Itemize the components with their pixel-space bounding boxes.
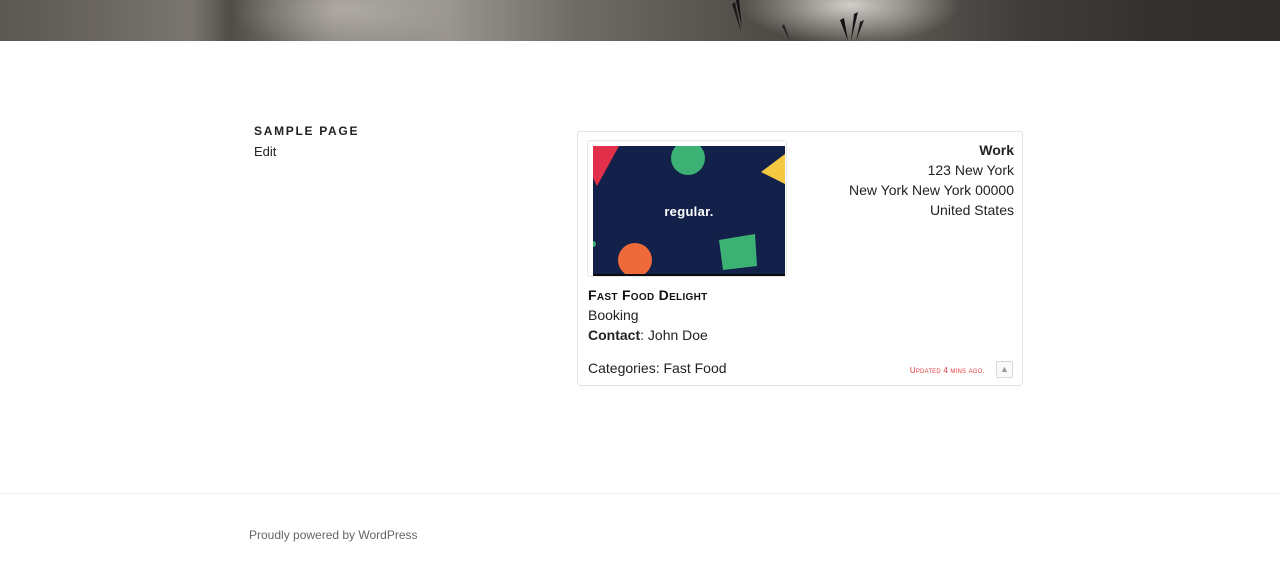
updated-timestamp: Updated 4 mins ago. (909, 366, 985, 375)
banner-highlight (230, 0, 460, 41)
address-line2: New York New York 00000 (849, 182, 1014, 198)
contact-label: Contact (588, 327, 641, 343)
site-footer: Proudly powered by WordPress (0, 493, 1280, 564)
logo-wordmark: regular. (664, 204, 714, 219)
business-subtitle: Booking (588, 307, 639, 323)
address-line1: 123 New York (927, 162, 1014, 178)
plant-decoration (732, 0, 864, 41)
business-card: regular. Work 123 New York New York New … (577, 131, 1023, 386)
business-logo[interactable]: regular. (593, 146, 785, 276)
address-block: Work 123 New York New York New York 0000… (849, 140, 1014, 220)
logo-frame: regular. (587, 140, 787, 277)
address-country: United States (929, 202, 1014, 218)
business-contact: Contact: John Doe (588, 327, 708, 343)
edit-link[interactable]: Edit (254, 144, 276, 159)
business-name[interactable]: Fast Food Delight (588, 287, 708, 303)
address-type: Work (979, 142, 1014, 158)
page-title: Sample Page (254, 124, 360, 138)
back-to-top-button[interactable]: ▲ (996, 361, 1013, 378)
contact-name: : John Doe (640, 327, 708, 343)
footer-credit[interactable]: Proudly powered by WordPress (249, 528, 418, 542)
business-categories[interactable]: Categories: Fast Food (588, 360, 727, 376)
arrow-up-icon: ▲ (1000, 364, 1009, 374)
header-banner-image (0, 0, 1280, 41)
